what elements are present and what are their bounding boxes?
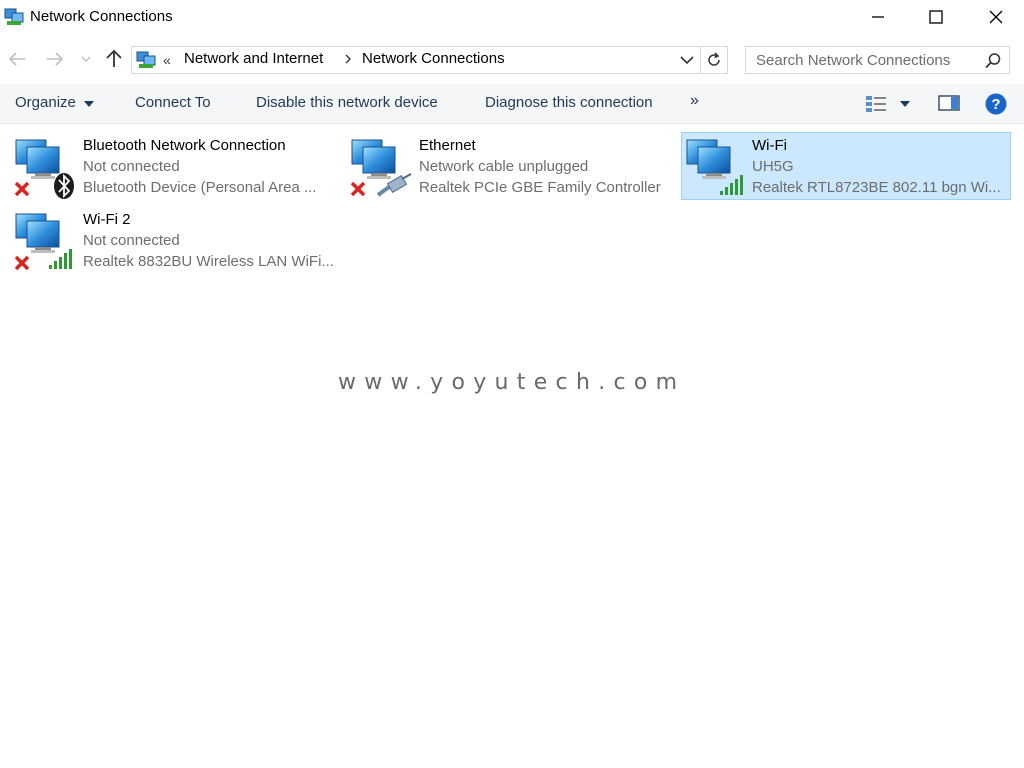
disconnected-icon: [14, 181, 30, 197]
maximize-button[interactable]: [906, 0, 966, 34]
network-connections-icon: [4, 8, 24, 25]
back-button[interactable]: [6, 48, 28, 70]
organize-button[interactable]: Organize: [15, 94, 76, 111]
network-connections-icon: [136, 51, 156, 68]
network-adapter-icon: [350, 139, 412, 197]
breadcrumb-network-and-internet[interactable]: Network and Internet: [184, 50, 323, 67]
refresh-icon: [708, 52, 720, 66]
connection-name: Wi-Fi: [752, 137, 787, 154]
search-icon[interactable]: [984, 52, 1002, 70]
command-bar: Organize Connect To Disable this network…: [0, 84, 1024, 124]
close-icon: [989, 10, 1003, 24]
address-bar[interactable]: « Network and Internet Network Connectio…: [131, 46, 701, 74]
caret-down-icon[interactable]: [84, 101, 94, 107]
connection-name: Ethernet: [419, 137, 476, 154]
connection-device: Realtek 8832BU Wireless LAN WiFi...: [83, 253, 334, 270]
network-adapter-icon: [14, 213, 72, 271]
chevron-down-icon: [81, 56, 91, 62]
connection-item-wifi[interactable]: Wi-Fi UH5G Realtek RTL8723BE 802.11 bgn …: [681, 132, 1011, 200]
breadcrumb-network-connections[interactable]: Network Connections: [362, 50, 505, 67]
connection-status: UH5G: [752, 158, 794, 175]
recent-locations-button[interactable]: [78, 48, 94, 70]
refresh-button[interactable]: [701, 46, 728, 74]
disable-device-button[interactable]: Disable this network device: [256, 94, 438, 111]
more-commands-button[interactable]: »: [690, 92, 699, 110]
watermark-text: www.yoyutech.com: [338, 370, 686, 395]
svg-text:?: ?: [991, 96, 1000, 113]
close-button[interactable]: [966, 0, 1024, 34]
diagnose-connection-button[interactable]: Diagnose this connection: [485, 94, 653, 111]
disconnected-icon: [350, 181, 366, 197]
preview-pane-icon[interactable]: [938, 95, 960, 111]
minimize-button[interactable]: [848, 0, 908, 34]
connection-item-bluetooth[interactable]: Bluetooth Network Connection Not connect…: [12, 132, 342, 200]
disconnected-icon: [14, 255, 30, 271]
connection-name: Wi-Fi 2: [83, 211, 131, 228]
connection-status: Network cable unplugged: [419, 158, 589, 175]
search-input[interactable]: [746, 47, 982, 73]
forward-arrow-icon: [47, 52, 64, 66]
back-arrow-icon: [8, 52, 25, 66]
forward-button[interactable]: [44, 48, 66, 70]
connection-device: Realtek PCIe GBE Family Controller: [419, 179, 661, 196]
chevron-down-icon[interactable]: [680, 55, 694, 65]
help-icon[interactable]: ?: [985, 93, 1007, 115]
connection-item-ethernet[interactable]: Ethernet Network cable unplugged Realtek…: [348, 132, 678, 200]
up-arrow-icon: [106, 50, 122, 67]
maximize-icon: [929, 10, 943, 24]
connection-name: Bluetooth Network Connection: [83, 137, 286, 154]
change-view-icon[interactable]: [865, 94, 887, 114]
connection-item-wifi-2[interactable]: Wi-Fi 2 Not connected Realtek 8832BU Wir…: [12, 206, 342, 274]
caret-down-icon[interactable]: [900, 101, 910, 107]
chevron-right-icon[interactable]: [343, 51, 353, 67]
connection-status: Not connected: [83, 158, 180, 175]
minimize-icon: [872, 16, 884, 18]
network-adapter-icon: [14, 139, 74, 199]
connection-device: Realtek RTL8723BE 802.11 bgn Wi...: [752, 179, 1001, 196]
up-button[interactable]: [103, 48, 125, 70]
network-adapter-icon: [686, 139, 743, 195]
window-title: Network Connections: [30, 8, 173, 25]
connection-status: Not connected: [83, 232, 180, 249]
title-bar: Network Connections: [0, 0, 1024, 34]
search-box[interactable]: [745, 46, 1010, 74]
overflow-chevron[interactable]: «: [163, 52, 171, 68]
connection-device: Bluetooth Device (Personal Area ...: [83, 179, 317, 196]
connect-to-button[interactable]: Connect To: [135, 94, 211, 111]
navigation-bar: « Network and Internet Network Connectio…: [0, 40, 1024, 78]
